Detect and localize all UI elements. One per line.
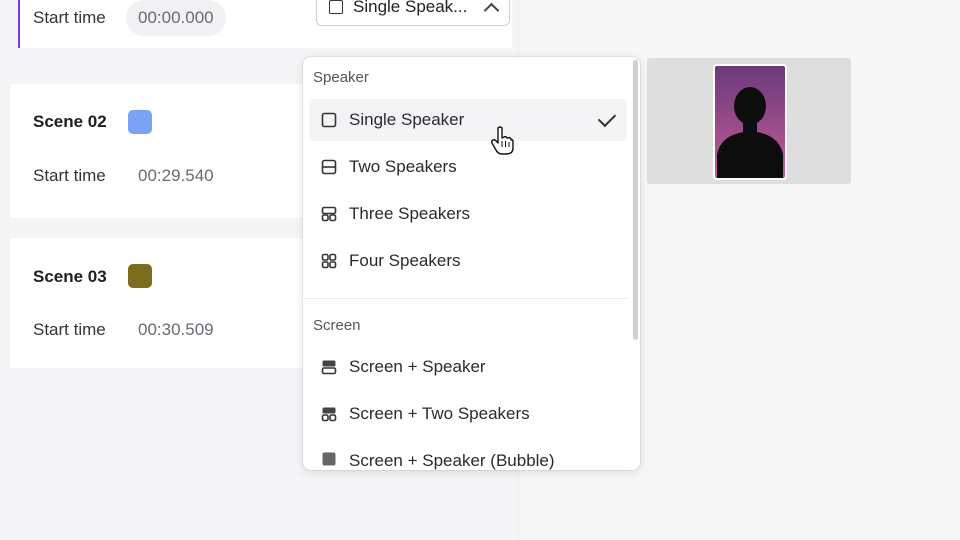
option-single-speaker[interactable]: Single Speaker [309, 99, 627, 141]
start-time-value[interactable]: 00:30.509 [138, 320, 214, 340]
chevron-up-icon [483, 2, 500, 18]
option-screen-speaker[interactable]: Screen + Speaker [309, 346, 627, 388]
start-time-value[interactable]: 00:00.000 [126, 0, 226, 36]
option-four-speakers[interactable]: Four Speakers [309, 240, 627, 282]
option-two-speakers[interactable]: Two Speakers [309, 146, 627, 188]
scene-title: Scene 02 [33, 112, 107, 131]
single-square-icon [321, 112, 337, 128]
scene-01-card[interactable]: Start time 00:00.000 Single Speak... [18, 0, 512, 48]
person-silhouette-icon [717, 87, 783, 178]
option-screen-two-speakers[interactable]: Screen + Two Speakers [309, 393, 627, 435]
option-label: Four Speakers [349, 251, 461, 270]
option-label: Single Speaker [349, 110, 465, 129]
scene-title: Scene 03 [33, 267, 107, 286]
layout-preview [647, 58, 851, 184]
start-time-label: Start time [33, 8, 106, 27]
dropdown-scrollbar[interactable] [633, 60, 638, 340]
group-divider [303, 298, 629, 299]
option-label: Three Speakers [349, 204, 470, 223]
scene-color-swatch[interactable] [128, 110, 152, 134]
option-screen-speaker-bubble[interactable]: Screen + Speaker (Bubble) [309, 438, 627, 470]
option-label: Screen + Speaker [349, 357, 486, 376]
speaker-thumbnail [713, 64, 787, 180]
group-label-speaker: Speaker [313, 69, 369, 86]
hand-pointer-cursor-icon [490, 126, 514, 155]
option-three-speakers[interactable]: Three Speakers [309, 193, 627, 235]
single-square-icon [329, 0, 343, 14]
option-label: Screen + Two Speakers [349, 404, 530, 423]
layout-select[interactable]: Single Speak... [316, 0, 510, 26]
start-time-label: Start time [33, 320, 106, 339]
group-label-screen: Screen [313, 317, 361, 334]
screen-bubble-icon [322, 452, 336, 466]
start-time-label: Start time [33, 166, 106, 185]
screen-two-speakers-icon [321, 407, 337, 422]
screen-speaker-icon [321, 360, 337, 375]
three-split-icon [321, 206, 337, 222]
option-label: Screen + Speaker (Bubble) [349, 451, 555, 470]
start-time-value[interactable]: 00:29.540 [138, 166, 214, 186]
layout-dropdown-menu[interactable]: Speaker Single Speaker Two Speakers Thre… [303, 57, 640, 470]
layout-select-value: Single Speak... [353, 0, 468, 16]
four-grid-icon [321, 253, 337, 269]
two-split-icon [321, 159, 337, 175]
option-label: Two Speakers [349, 157, 457, 176]
scene-color-swatch[interactable] [128, 264, 152, 288]
checkmark-icon [597, 108, 617, 128]
